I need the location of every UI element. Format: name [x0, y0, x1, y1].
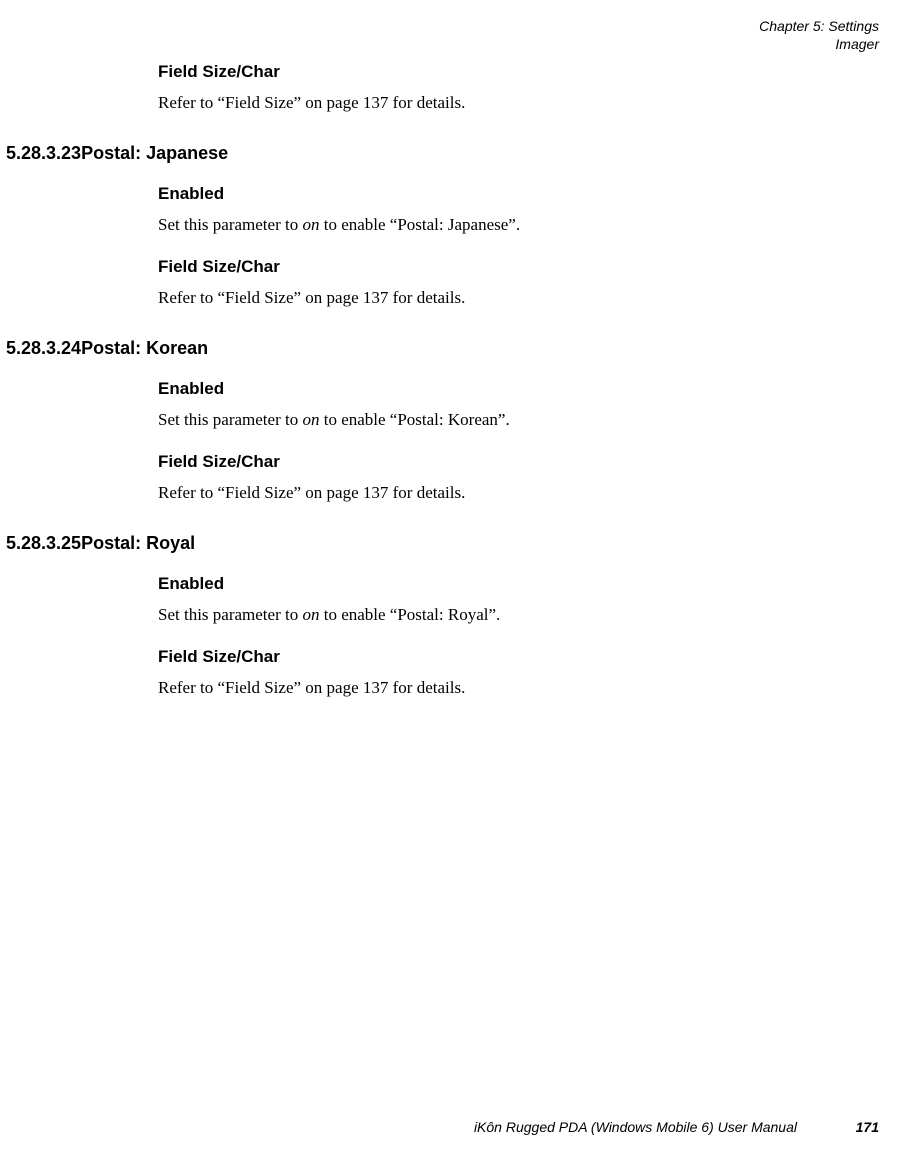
section-5-28-3-25: 5.28.3.25 Postal: Royal — [6, 533, 879, 554]
footer-manual-title: iKôn Rugged PDA (Windows Mobile 6) User … — [474, 1119, 797, 1135]
section-5-28-3-24: 5.28.3.24 Postal: Korean — [6, 338, 879, 359]
footer-page-number: 171 — [856, 1119, 879, 1135]
body-text: Refer to “Field Size” on page 137 for de… — [158, 92, 879, 115]
section-5-28-3-24-body: Enabled Set this parameter to on to enab… — [158, 379, 879, 505]
section-number: 5.28.3.23 — [6, 143, 81, 164]
body-text: Set this parameter to on to enable “Post… — [158, 214, 879, 237]
section-number: 5.28.3.24 — [6, 338, 81, 359]
section-number: 5.28.3.25 — [6, 533, 81, 554]
header-chapter: Chapter 5: Settings — [759, 18, 879, 36]
body-text: Set this parameter to on to enable “Post… — [158, 604, 879, 627]
body-text: Refer to “Field Size” on page 137 for de… — [158, 677, 879, 700]
body-text: Refer to “Field Size” on page 137 for de… — [158, 482, 879, 505]
section-5-28-3-23-body: Enabled Set this parameter to on to enab… — [158, 184, 879, 310]
content-area: Field Size/Char Refer to “Field Size” on… — [0, 62, 879, 700]
section-5-28-3-25-body: Enabled Set this parameter to on to enab… — [158, 574, 879, 700]
block-0: Field Size/Char Refer to “Field Size” on… — [158, 62, 879, 115]
section-title: Postal: Royal — [81, 533, 195, 554]
header-section: Imager — [759, 36, 879, 54]
inline-italic: on — [302, 215, 319, 234]
section-title: Postal: Japanese — [81, 143, 228, 164]
body-text: Refer to “Field Size” on page 137 for de… — [158, 287, 879, 310]
page: Chapter 5: Settings Imager Field Size/Ch… — [0, 0, 917, 1161]
heading-enabled: Enabled — [158, 184, 879, 204]
section-5-28-3-23: 5.28.3.23 Postal: Japanese — [6, 143, 879, 164]
heading-enabled: Enabled — [158, 574, 879, 594]
heading-field-size-char: Field Size/Char — [158, 257, 879, 277]
body-text: Set this parameter to on to enable “Post… — [158, 409, 879, 432]
inline-italic: on — [302, 605, 319, 624]
section-title: Postal: Korean — [81, 338, 208, 359]
heading-enabled: Enabled — [158, 379, 879, 399]
heading-field-size-char: Field Size/Char — [158, 452, 879, 472]
running-header: Chapter 5: Settings Imager — [759, 18, 879, 53]
heading-field-size-char: Field Size/Char — [158, 647, 879, 667]
inline-italic: on — [302, 410, 319, 429]
heading-field-size-char: Field Size/Char — [158, 62, 879, 82]
